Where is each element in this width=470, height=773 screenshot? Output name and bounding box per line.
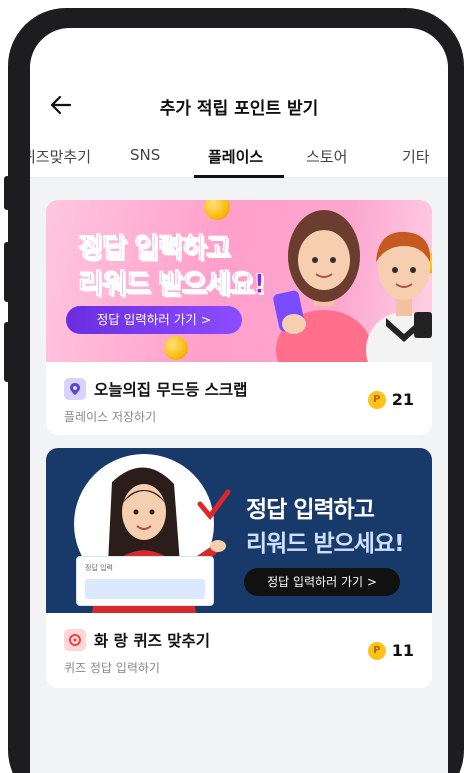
mission-subtitle: 퀴즈 정답 입력하기 [64, 661, 160, 675]
point-coin-icon: P [367, 390, 386, 409]
mission-title: 화 랑 퀴즈 맞추기 [94, 632, 211, 650]
mission-info: 오늘의집 무드등 스크랩 플레이스 저장하기 P 21 [46, 362, 432, 435]
banner-headline-1: 정답 입력하고 [246, 497, 375, 523]
tab-sns[interactable]: SNS [130, 146, 160, 164]
coin-icon [204, 200, 230, 220]
banner-place[interactable]: 정답 입력하고 리워드 받으세요! 정답 입력하러 가기 > [46, 200, 432, 362]
tab-etc[interactable]: 기타 [402, 146, 430, 167]
point-coin-icon: P [367, 641, 386, 660]
banner-headline-1: 정답 입력하고 [77, 233, 230, 265]
mission-card-place[interactable]: 정답 입력하고 리워드 받으세요! 정답 입력하러 가기 > 오늘의집 무드등 … [46, 200, 432, 435]
answer-label: 정답 입력 [85, 564, 113, 572]
banner-headline-2: 리워드 받으세요! [246, 531, 405, 557]
page-title: 추가 적립 포인트 받기 [159, 99, 319, 119]
coin-icon [164, 336, 188, 360]
phone-side-button [4, 176, 10, 210]
mission-title: 오늘의집 무드등 스크랩 [94, 381, 248, 399]
point-badge: P 11 [367, 641, 414, 660]
point-value: 11 [391, 641, 414, 660]
tab-bar: 퀴즈맞추기 SNS 플레이스 스토어 기타 [30, 138, 448, 178]
phone-volume-down [4, 322, 10, 382]
app-screen: 추가 적립 포인트 받기 퀴즈맞추기 SNS 플레이스 스토어 기타 정답 입력… [30, 28, 448, 773]
point-badge: P 21 [367, 390, 414, 409]
banner-quiz[interactable]: 정답 입력 정답 입력하고 리워드 받으세요! 정답 입력하러 가기 > [46, 448, 432, 613]
answer-cta-button[interactable]: 정답 입력하러 가기 > [66, 306, 242, 334]
mission-info: 화 랑 퀴즈 맞추기 퀴즈 정답 입력하기 P 11 [46, 613, 432, 688]
mission-card-quiz[interactable]: 정답 입력 정답 입력하고 리워드 받으세요! 정답 입력하러 가기 > 화 랑… [46, 448, 432, 688]
phone-volume-up [4, 242, 10, 302]
quiz-icon [64, 629, 86, 651]
tab-quiz[interactable]: 퀴즈맞추기 [30, 146, 91, 167]
people-illustration-icon [273, 210, 432, 362]
answer-input-preview [85, 579, 205, 599]
tab-place[interactable]: 플레이스 [208, 146, 263, 167]
header: 추가 적립 포인트 받기 퀴즈맞추기 SNS 플레이스 스토어 기타 [30, 28, 448, 178]
banner-headline-2: 리워드 받으세요! [78, 269, 267, 301]
active-tab-indicator [194, 175, 284, 178]
point-value: 21 [391, 390, 414, 409]
answer-preview-box: 정답 입력 [76, 556, 214, 606]
place-pin-icon [64, 378, 86, 400]
tab-store[interactable]: 스토어 [306, 146, 347, 167]
mission-subtitle: 플레이스 저장하기 [64, 410, 157, 424]
answer-cta-button[interactable]: 정답 입력하러 가기 > [244, 568, 400, 596]
